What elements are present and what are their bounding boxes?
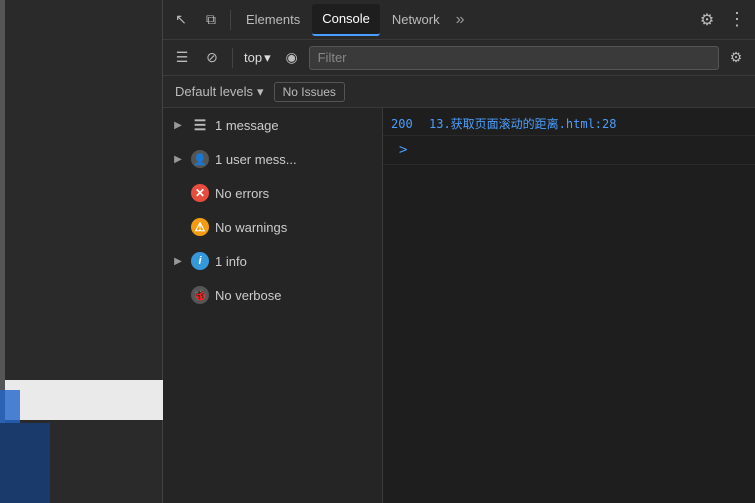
sidebar-icon: ☰ [176,49,189,66]
no-verbose-label: No verbose [215,288,374,303]
message-sidebar: ▶ ☰ 1 message ▶ 👤 1 user mess... ✕ No er… [163,108,383,503]
list-item[interactable]: ▶ 👤 1 user mess... [163,142,382,176]
1message-label: 1 message [215,118,374,133]
no-errors-label: No errors [215,186,374,201]
default-levels-label: Default levels [175,84,253,99]
expand-icon-info: ▶ [171,254,185,268]
tab-console[interactable]: Console [312,4,380,36]
no-issues-label: No Issues [283,85,336,99]
filter-settings-button[interactable]: ⚙ [723,45,749,71]
webpage-white-block [5,380,163,420]
list-item[interactable]: ✕ No errors [163,176,382,210]
console-prompt-line[interactable]: > [383,136,755,165]
console-output: 200 13.获取页面滚动的距离.html:28 > [383,108,755,503]
eye-icon: ◉ [286,49,298,66]
list-item[interactable]: ▶ ☰ 1 message [163,108,382,142]
tab-elements[interactable]: Elements [236,4,310,36]
clear-console-button[interactable]: ⊘ [199,45,225,71]
tab-network[interactable]: Network [382,4,450,36]
devtools-toolbar: ↖ ⧉ Elements Console Network » ⚙ ⋮ [163,0,755,40]
user-icon: 👤 [191,150,209,168]
console-toolbar-divider [232,48,233,68]
verbose-icon: 🐞 [191,286,209,304]
console-line-200: 200 13.获取页面滚动的距离.html:28 [383,112,755,136]
inspect-tool-button[interactable]: ⧉ [197,6,225,34]
prompt-symbol: > [391,138,415,162]
levels-toolbar: Default levels ▾ No Issues [163,76,755,108]
webpage-panel: p [0,0,163,503]
levels-dropdown-icon: ▾ [257,84,264,100]
toolbar-divider-1 [230,10,231,30]
more-tabs-icon[interactable]: » [452,11,469,29]
main-content: ▶ ☰ 1 message ▶ 👤 1 user mess... ✕ No er… [163,108,755,503]
three-dots-icon: ⋮ [728,9,746,30]
no-issues-button[interactable]: No Issues [274,82,345,102]
filter-settings-icon: ⚙ [730,49,743,66]
settings-button[interactable]: ⚙ [693,6,721,34]
console-toolbar: ☰ ⊘ top ▾ ◉ ⚙ [163,40,755,76]
cursor-icon: ↖ [175,11,187,28]
sidebar-toggle-button[interactable]: ☰ [169,45,195,71]
more-options-button[interactable]: ⋮ [723,6,751,34]
ban-icon: ⊘ [206,49,218,66]
file-link[interactable]: 13.获取页面滚动的距离.html:28 [429,115,616,132]
info-icon: i [191,252,209,270]
context-dropdown-icon: ▾ [264,50,271,66]
no-warnings-label: No warnings [215,220,374,235]
default-levels-button[interactable]: Default levels ▾ [169,82,270,102]
list-item[interactable]: 🐞 No verbose [163,278,382,312]
eye-button[interactable]: ◉ [279,45,305,71]
status-code: 200 [391,117,421,131]
list-item[interactable]: ▶ i 1 info [163,244,382,278]
expand-icon-user: ▶ [171,152,185,166]
1info-label: 1 info [215,254,374,269]
context-selector[interactable]: top ▾ [240,48,275,68]
gear-icon: ⚙ [700,10,714,30]
filter-input[interactable] [309,46,719,70]
devtools-panel: ↖ ⧉ Elements Console Network » ⚙ ⋮ ☰ ⊘ [163,0,755,503]
list-item[interactable]: ⚠ No warnings [163,210,382,244]
list-icon-1message: ☰ [191,116,209,134]
user-mess-label: 1 user mess... [215,152,374,167]
cursor-tool-button[interactable]: ↖ [167,6,195,34]
expand-icon-1message: ▶ [171,118,185,132]
warning-icon: ⚠ [191,218,209,236]
webpage-blue-block [0,423,50,503]
context-label: top [244,50,262,65]
layers-icon: ⧉ [206,11,216,28]
error-icon: ✕ [191,184,209,202]
